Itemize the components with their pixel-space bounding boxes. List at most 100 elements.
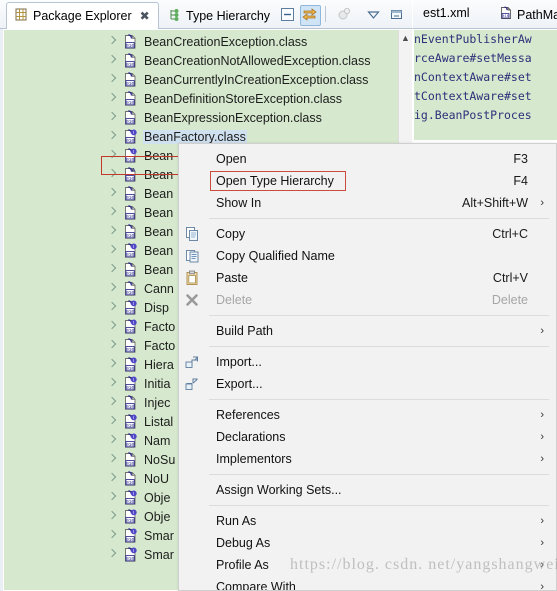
menu-separator [209,346,549,347]
svg-text:I: I [133,491,134,496]
chevron-right-icon[interactable] [108,227,117,236]
svg-text:010: 010 [126,480,134,485]
chevron-right-icon[interactable] [108,550,117,559]
tab-package-explorer[interactable]: Package Explorer ✖ [6,2,159,30]
chevron-right-icon[interactable] [108,189,117,198]
menu-item-show-in[interactable]: Show In Alt+Shift+W › [179,192,556,214]
menu-item-implementors[interactable]: Implementors › [179,448,556,470]
svg-text:I: I [133,130,134,135]
collapse-all-icon[interactable] [279,6,296,23]
svg-text:010: 010 [126,195,134,200]
chevron-right-icon[interactable] [108,132,117,141]
svg-text:A: A [132,168,136,174]
tree-item[interactable]: 010 BeanDefinitionStoreException.class [4,89,400,108]
svg-text:010: 010 [126,176,134,181]
interface-file-icon: 010 I [123,413,139,430]
menu-item-build-path[interactable]: Build Path › [179,320,556,342]
menu-item-label: Assign Working Sets... [216,483,342,497]
chevron-right-icon[interactable] [108,341,117,350]
tab-type-hierarchy[interactable]: Type Hierarchy [160,3,278,29]
menu-item-paste[interactable]: Paste Ctrl+V [179,267,556,289]
menu-item-declarations[interactable]: Declarations › [179,426,556,448]
chevron-right-icon[interactable] [108,37,117,46]
menu-item-label: Run As [216,514,257,528]
chevron-right-icon[interactable] [108,531,117,540]
menu-item-open-type-hierarchy[interactable]: Open Type Hierarchy F4 [179,170,556,192]
tree-left-border [0,29,3,591]
menu-item-run-as[interactable]: Run As › [179,510,556,532]
tree-item-label: Obje [144,509,171,524]
chevron-right-icon[interactable] [108,75,117,84]
view-menu-icon[interactable] [365,6,382,23]
context-menu[interactable]: Open F3 Open Type Hierarchy F4 Show In Alt+Sh… [178,143,557,591]
class-file-icon: 010 [123,470,139,487]
svg-text:I: I [133,415,134,420]
chevron-right-icon[interactable] [108,284,117,293]
chevron-right-icon[interactable] [108,56,117,65]
svg-text:010: 010 [126,309,134,314]
menu-item-open[interactable]: Open F3 [179,148,556,170]
menu-item-profile-as[interactable]: Profile As › [179,554,556,576]
svg-text:I: I [133,377,134,382]
interface-file-icon: 010 I [123,318,139,335]
scrollbar-thumb[interactable] [400,47,411,87]
menu-item-import[interactable]: Import... [179,351,556,373]
interface-file-icon: 010 I [123,375,139,392]
chevron-right-icon[interactable] [108,94,117,103]
menu-item-export[interactable]: Export... [179,373,556,395]
editor-tab-pathma[interactable]: 010 PathMa [499,6,557,23]
chevron-right-icon[interactable] [108,455,117,464]
close-icon[interactable]: ✖ [140,10,150,22]
class-file-icon: 010 [123,109,139,126]
class-file-icon: 010 [123,204,139,221]
class-file-icon: 010 [123,185,139,202]
menu-item-copy[interactable]: Copy Ctrl+C [179,223,556,245]
tree-item-label: BeanCurrentlyInCreationException.class [144,72,369,87]
chevron-right-icon[interactable] [108,246,117,255]
menu-item-copy-qualified-name[interactable]: Copy Qualified Name [179,245,556,267]
menu-item-label: Open [216,152,247,166]
tree-item[interactable]: 010 BeanCreationNotAllowedException.class [4,51,400,70]
tree-item-label: Hiera [144,357,174,372]
editor-tab-xml[interactable]: est1.xml [423,6,470,20]
scroll-up-arrow-icon[interactable]: ▲ [399,30,412,46]
menu-separator [209,315,549,316]
tree-item[interactable]: 010 BeanExpressionException.class [4,108,400,127]
chevron-right-icon[interactable] [108,113,117,122]
tree-item[interactable]: 010 BeanCreationException.class [4,32,400,51]
menu-item-references[interactable]: References › [179,404,556,426]
tree-item-label: BeanExpressionException.class [144,110,322,125]
interface-file-icon: 010 I [123,527,139,544]
minimize-icon[interactable] [388,6,405,23]
chevron-right-icon[interactable] [108,379,117,388]
chevron-right-icon[interactable] [108,398,117,407]
chevron-right-icon[interactable] [108,208,117,217]
menu-item-assign-working-sets[interactable]: Assign Working Sets... [179,479,556,501]
chevron-right-icon[interactable] [108,493,117,502]
menu-item-debug-as[interactable]: Debug As › [179,532,556,554]
chevron-right-icon[interactable] [108,170,117,179]
menu-item-label: Profile As [216,558,269,572]
chevron-right-icon[interactable] [108,322,117,331]
focus-on-active-task-icon[interactable] [336,6,353,23]
svg-text:I: I [133,320,134,325]
svg-text:010: 010 [126,518,134,523]
chevron-right-icon[interactable] [108,512,117,521]
chevron-right-icon[interactable] [108,265,117,274]
svg-text:010: 010 [126,62,134,67]
tree-item[interactable]: 010 BeanCurrentlyInCreationException.clas… [4,70,400,89]
tree-item-label: Listal [144,414,174,429]
export-icon [184,376,200,392]
type-hierarchy-icon [168,8,181,24]
import-icon [184,354,200,370]
class-file-icon: 010 [123,451,139,468]
chevron-right-icon[interactable] [108,474,117,483]
chevron-right-icon[interactable] [108,303,117,312]
menu-item-compare-with[interactable]: Compare With › [179,576,556,590]
link-with-editor-icon[interactable] [300,5,321,26]
editor-code-content[interactable]: nEventPublisherAw rceAware#setMessa nConte… [412,30,557,140]
chevron-right-icon[interactable] [108,151,117,160]
chevron-right-icon[interactable] [108,417,117,426]
chevron-right-icon[interactable] [108,436,117,445]
chevron-right-icon[interactable] [108,360,117,369]
